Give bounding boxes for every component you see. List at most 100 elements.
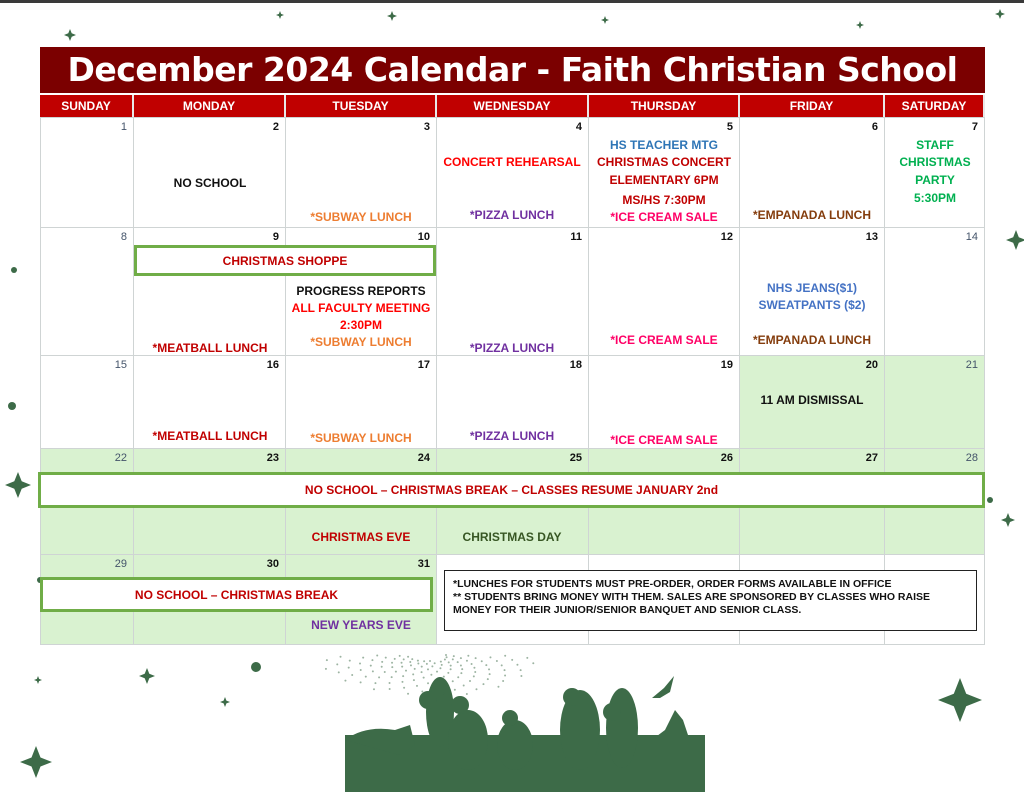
event-label: PARTY xyxy=(915,173,955,187)
star-icon xyxy=(1001,513,1015,527)
event-label: *SUBWAY LUNCH xyxy=(310,210,412,224)
calendar-title: December 2024 Calendar - Faith Christian… xyxy=(40,47,985,93)
star-icon xyxy=(220,697,230,707)
event-label: *ICE CREAM SALE xyxy=(610,210,718,224)
weekday-header-sunday: SUNDAY xyxy=(40,95,134,117)
event-label: PROGRESS REPORTS xyxy=(296,284,426,298)
day-number: 16 xyxy=(266,359,279,371)
event-label: NHS JEANS($1) xyxy=(766,281,858,295)
event-label: *MEATBALL LUNCH xyxy=(152,429,268,443)
day-cell[interactable]: 21 xyxy=(885,356,985,449)
event-label: *ICE CREAM SALE xyxy=(610,333,718,347)
event-label: HS TEACHER MTG xyxy=(610,138,718,152)
day-number: 3 xyxy=(423,121,430,133)
event-label: CHRISTMAS CONCERT xyxy=(597,155,731,169)
event-label: 2:30PM xyxy=(339,318,383,332)
event-label: *PIZZA LUNCH xyxy=(469,429,555,443)
day-number: 30 xyxy=(266,558,279,570)
note-line: ** STUDENTS BRING MONEY WITH THEM. SALES… xyxy=(453,591,931,616)
day-number: 13 xyxy=(865,231,878,243)
event-label: CHRISTMAS EVE xyxy=(311,530,411,544)
day-number: 22 xyxy=(114,452,127,464)
day-number: 9 xyxy=(272,231,279,243)
star-icon xyxy=(276,11,284,19)
day-number: 2 xyxy=(272,121,279,133)
star-icon xyxy=(64,29,76,41)
event-banner: NO SCHOOL – CHRISTMAS BREAK – CLASSES RE… xyxy=(38,472,985,508)
day-number: 10 xyxy=(417,231,430,243)
event-label: ELEMENTARY 6PM xyxy=(609,173,719,187)
event-label: SWEATPANTS ($2) xyxy=(758,298,866,312)
event-label: CHRISTMAS DAY xyxy=(462,530,562,544)
event-label: *SUBWAY LUNCH xyxy=(310,335,412,349)
day-cell[interactable]: 2 xyxy=(134,117,286,228)
day-number: 4 xyxy=(575,121,582,133)
star-icon xyxy=(139,668,155,684)
day-number: 5 xyxy=(726,121,733,133)
day-number: 24 xyxy=(417,452,430,464)
star-icon xyxy=(995,9,1005,19)
event-label: *EMPANADA LUNCH xyxy=(753,208,871,222)
event-label: NO SCHOOL xyxy=(173,176,247,190)
weekday-header-saturday: SATURDAY xyxy=(885,95,985,117)
event-label: *ICE CREAM SALE xyxy=(610,433,718,447)
event-label: MS/HS 7:30PM xyxy=(622,193,706,207)
star-icon xyxy=(856,21,864,29)
day-number: 15 xyxy=(114,359,127,371)
day-number: 17 xyxy=(417,359,430,371)
day-number: 8 xyxy=(120,231,127,243)
event-label: *PIZZA LUNCH xyxy=(469,208,555,222)
event-label: ALL FACULTY MEETING xyxy=(291,301,431,315)
day-number: 26 xyxy=(720,452,733,464)
star-icon xyxy=(601,16,609,24)
day-cell[interactable]: 11 xyxy=(437,228,589,356)
day-number: 28 xyxy=(965,452,978,464)
day-number: 27 xyxy=(865,452,878,464)
day-number: 19 xyxy=(720,359,733,371)
day-cell[interactable]: 1 xyxy=(40,117,134,228)
note-line: *LUNCHES FOR STUDENTS MUST PRE-ORDER, OR… xyxy=(453,578,892,590)
dot-decoration xyxy=(987,497,993,503)
event-label: NEW YEARS EVE xyxy=(311,618,411,632)
day-number: 20 xyxy=(865,359,878,371)
day-number: 11 xyxy=(570,231,582,243)
notes-box: *LUNCHES FOR STUDENTS MUST PRE-ORDER, OR… xyxy=(444,570,977,631)
star-icon xyxy=(5,472,31,498)
day-number: 25 xyxy=(569,452,582,464)
star-icon xyxy=(34,676,42,684)
event-label: *MEATBALL LUNCH xyxy=(152,341,268,355)
star-icon xyxy=(387,11,397,21)
event-label: *PIZZA LUNCH xyxy=(469,341,555,355)
star-icon xyxy=(938,678,982,722)
event-label: CHRISTMAS xyxy=(899,155,971,169)
day-number: 6 xyxy=(871,121,878,133)
weekday-header-wednesday: WEDNESDAY xyxy=(437,95,589,117)
dot-decoration xyxy=(251,662,261,672)
day-number: 12 xyxy=(720,231,733,243)
event-banner: NO SCHOOL – CHRISTMAS BREAK xyxy=(40,577,433,612)
day-cell[interactable]: 15 xyxy=(40,356,134,449)
weekday-header-thursday: THURSDAY xyxy=(589,95,740,117)
day-number: 29 xyxy=(114,558,127,570)
day-number: 23 xyxy=(266,452,279,464)
day-number: 18 xyxy=(569,359,582,371)
event-banner: CHRISTMAS SHOPPE xyxy=(134,245,436,276)
day-number: 1 xyxy=(120,121,127,133)
day-number: 7 xyxy=(971,121,978,133)
weekday-header-friday: FRIDAY xyxy=(740,95,885,117)
day-number: 14 xyxy=(965,231,978,243)
event-label: 11 AM DISMISSAL xyxy=(760,393,864,407)
event-label: *EMPANADA LUNCH xyxy=(753,333,871,347)
dot-decoration xyxy=(11,267,17,273)
day-number: 21 xyxy=(965,359,978,371)
event-label: *SUBWAY LUNCH xyxy=(310,431,412,445)
weekday-header-tuesday: TUESDAY xyxy=(286,95,437,117)
day-cell[interactable]: 8 xyxy=(40,228,134,356)
event-label: CONCERT REHEARSAL xyxy=(443,155,581,169)
star-icon xyxy=(20,746,52,778)
weekday-header-monday: MONDAY xyxy=(134,95,286,117)
event-label: STAFF xyxy=(916,138,954,152)
star-icon xyxy=(1006,230,1024,250)
day-cell[interactable]: 14 xyxy=(885,228,985,356)
event-label: 5:30PM xyxy=(913,191,957,205)
